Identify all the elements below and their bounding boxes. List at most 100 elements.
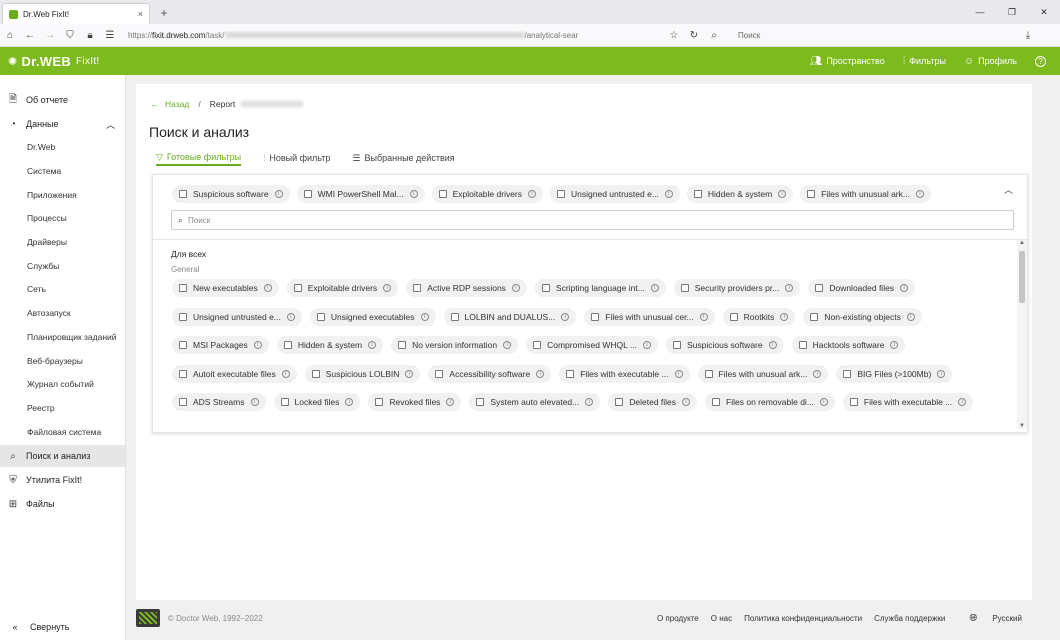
filter-chip[interactable]: ADS Streams i	[172, 393, 266, 412]
chevron-up-icon[interactable]: ︿	[106, 118, 115, 131]
profile-button[interactable]: ☺ Профиль	[964, 56, 1017, 67]
info-icon[interactable]: i	[383, 284, 392, 292]
shield-icon[interactable]: ⛉	[60, 30, 80, 41]
filter-chip[interactable]: Files on removable di... i	[705, 393, 835, 412]
filter-chip[interactable]: Files with unusual ark... i	[697, 364, 829, 383]
filter-chip[interactable]: Files with unusual cer... i	[584, 307, 715, 326]
sidebar-item-fixit-utility[interactable]: ⛨ Утилита FixIt!	[0, 469, 125, 491]
workspace-button[interactable]: 👥︎ Пространство	[810, 56, 885, 67]
sidebar-item-file-system[interactable]: Файловая система	[0, 421, 125, 443]
info-icon[interactable]: i	[780, 312, 789, 321]
scroll-down-icon[interactable]: ▼	[1017, 423, 1027, 429]
sidebar-collapse-button[interactable]: « Свернуть	[0, 614, 125, 640]
checkbox[interactable]	[566, 369, 575, 378]
maximize-button[interactable]: ❐	[996, 0, 1028, 24]
info-icon[interactable]: i	[536, 369, 545, 378]
filter-chip[interactable]: Exploitable drivers i	[286, 279, 399, 297]
close-tab-icon[interactable]: ×	[138, 9, 143, 19]
filter-chip[interactable]: Compromised WHQL ... i	[526, 336, 659, 355]
filter-chip[interactable]: LOLBIN and DUALUS... i	[443, 307, 577, 326]
info-icon[interactable]: i	[281, 369, 290, 378]
filter-chip[interactable]: Suspicious software i	[666, 336, 784, 355]
checkbox[interactable]	[557, 190, 566, 198]
filter-chip[interactable]: No version information i	[391, 336, 519, 355]
checkbox[interactable]	[712, 398, 721, 407]
info-icon[interactable]: i	[915, 190, 924, 198]
checkbox[interactable]	[849, 398, 858, 407]
checkbox[interactable]	[303, 190, 312, 198]
footer-link-about-product[interactable]: О продукте	[657, 614, 699, 623]
checkbox[interactable]	[673, 341, 682, 350]
filter-chip[interactable]: Files with executable ... i	[842, 393, 974, 412]
scrollbar-thumb[interactable]	[1019, 251, 1025, 303]
filter-chip[interactable]: Unsigned executables i	[309, 307, 436, 326]
filter-chip[interactable]: Non-existing objects i	[803, 307, 922, 326]
filter-chip[interactable]: Deleted files i	[608, 393, 698, 412]
info-icon[interactable]: i	[446, 398, 455, 407]
checkbox[interactable]	[810, 312, 819, 321]
checkbox[interactable]	[704, 369, 713, 378]
filter-chip[interactable]: Autoit executable files i	[172, 364, 297, 383]
info-icon[interactable]: i	[768, 341, 777, 350]
info-icon[interactable]: i	[250, 398, 259, 407]
filter-chip[interactable]: Hidden & system i	[686, 185, 794, 203]
sidebar-item-processes[interactable]: Процессы	[0, 207, 125, 229]
checkbox[interactable]	[438, 190, 447, 198]
filter-chip[interactable]: Locked files i	[273, 393, 361, 412]
checkbox[interactable]	[316, 312, 325, 321]
info-icon[interactable]: i	[503, 341, 512, 350]
sidebar-item-autorun[interactable]: Автозапуск	[0, 302, 125, 324]
bookmark-star-icon[interactable]: ☆	[664, 30, 684, 41]
checkbox[interactable]	[435, 369, 444, 378]
filter-chip[interactable]: Files with unusual ark... i	[800, 185, 931, 203]
info-icon[interactable]: i	[819, 398, 828, 407]
checkbox[interactable]	[476, 398, 485, 407]
reload-icon[interactable]: ↻	[684, 30, 704, 41]
close-window-button[interactable]: ✕	[1028, 0, 1060, 24]
breadcrumb-report[interactable]: Report	[210, 99, 236, 109]
tab-selected-actions[interactable]: ☰ Выбранные действия	[352, 150, 454, 166]
filter-chip[interactable]: BIG Files (>100Mb) i	[836, 364, 953, 383]
back-link[interactable]: ← Назад	[150, 99, 189, 109]
new-tab-button[interactable]: +	[154, 3, 174, 24]
filter-list-scrollbar[interactable]: ▲ ▼	[1017, 240, 1027, 429]
info-icon[interactable]: i	[286, 312, 295, 321]
checkbox[interactable]	[375, 398, 384, 407]
filter-chip[interactable]: Exploitable drivers i	[431, 185, 544, 203]
checkbox[interactable]	[807, 190, 816, 198]
info-icon[interactable]: i	[778, 190, 787, 198]
checkbox[interactable]	[280, 398, 289, 407]
checkbox[interactable]	[179, 341, 187, 350]
sidebar-item-event-log[interactable]: Журнал событий	[0, 373, 125, 395]
checkbox[interactable]	[798, 341, 807, 350]
footer-link-about-us[interactable]: О нас	[711, 614, 732, 623]
filter-chip[interactable]: Unsigned untrusted e... i	[550, 185, 680, 203]
filter-chip[interactable]: WMI PowerShell Mal... i	[296, 185, 425, 203]
checkbox[interactable]	[179, 312, 187, 321]
info-icon[interactable]: i	[937, 369, 946, 378]
filters-button[interactable]: ⫶ Фильтры	[903, 56, 946, 67]
sidebar-item-drweb[interactable]: Dr.Web	[0, 136, 125, 158]
sidebar-item-applications[interactable]: Приложения	[0, 184, 125, 206]
forward-icon[interactable]: →	[40, 30, 60, 41]
filter-chip[interactable]: Revoked files i	[368, 393, 462, 412]
checkbox[interactable]	[179, 398, 187, 407]
info-icon[interactable]: i	[409, 190, 418, 198]
checkbox[interactable]	[179, 369, 187, 378]
filter-chip[interactable]: Suspicious LOLBIN i	[304, 364, 421, 383]
tab-new-filter[interactable]: ⫶ Новый фильтр	[263, 150, 330, 166]
checkbox[interactable]	[311, 369, 320, 378]
home-icon[interactable]: ⌂	[0, 30, 20, 41]
info-icon[interactable]: i	[813, 369, 822, 378]
info-icon[interactable]: i	[345, 398, 354, 407]
info-icon[interactable]: i	[405, 369, 414, 378]
filter-chip[interactable]: Files with executable ... i	[559, 364, 690, 383]
checkbox[interactable]	[729, 312, 738, 321]
info-icon[interactable]: i	[253, 341, 262, 350]
sidebar-item-system[interactable]: Система	[0, 160, 125, 182]
info-icon[interactable]: i	[585, 398, 594, 407]
filter-chip[interactable]: Hacktools software i	[791, 336, 906, 355]
filter-chip[interactable]: Downloaded files i	[808, 279, 916, 297]
sidebar-item-about-report[interactable]: 🗎 Об отчете	[0, 89, 125, 111]
sidebar-item-data[interactable]: ◔ Данные ︿	[0, 113, 125, 135]
